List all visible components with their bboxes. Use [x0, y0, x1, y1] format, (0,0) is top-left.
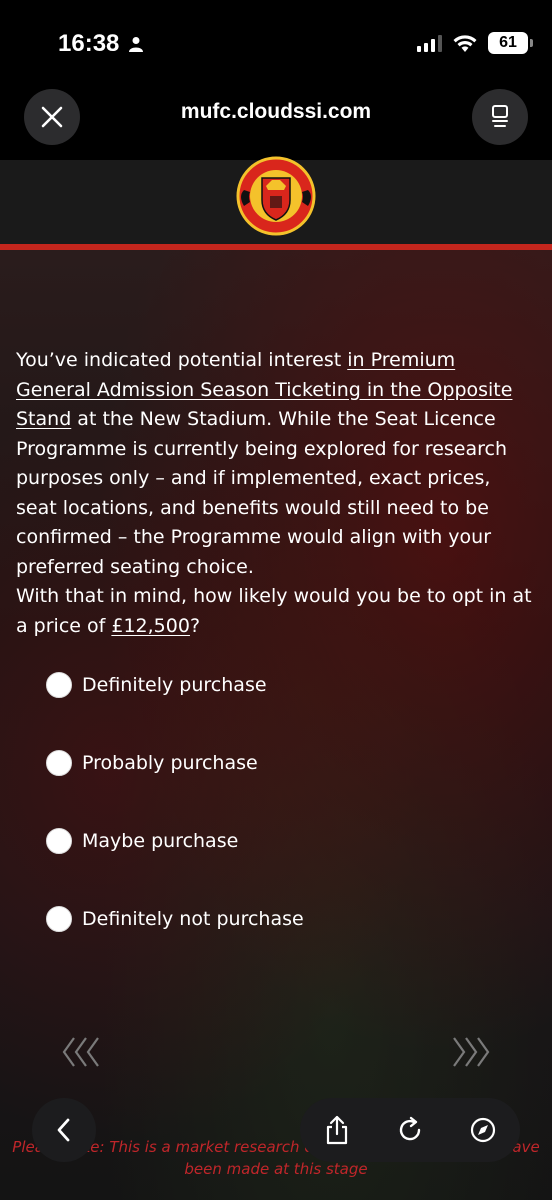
option-label: Definitely not purchase — [82, 908, 304, 930]
url-field[interactable]: mufc.cloudssi.com — [0, 100, 552, 124]
question-end: ? — [189, 614, 201, 637]
radio-button[interactable] — [46, 750, 72, 776]
back-button[interactable] — [32, 1098, 96, 1162]
club-crest-logo — [236, 156, 316, 236]
cellular-signal-icon — [417, 34, 442, 52]
survey-question: You’ve indicated potential interest in P… — [16, 346, 536, 641]
radio-button[interactable] — [46, 906, 72, 932]
option-maybe-purchase[interactable]: Maybe purchase — [46, 828, 238, 854]
question-prompt: With that in mind, how likely would you … — [16, 585, 532, 637]
option-label: Probably purchase — [82, 752, 258, 774]
option-definitely-purchase[interactable]: Definitely purchase — [46, 672, 267, 698]
next-page-icon[interactable] — [448, 1034, 492, 1070]
option-label: Maybe purchase — [82, 830, 239, 852]
radio-button[interactable] — [46, 828, 72, 854]
option-probably-purchase[interactable]: Probably purchase — [46, 750, 258, 776]
share-button[interactable] — [312, 1105, 362, 1155]
share-icon — [326, 1115, 347, 1145]
page-menu-button[interactable] — [472, 89, 528, 145]
page-menu-icon — [492, 105, 508, 127]
browser-actions — [300, 1098, 520, 1162]
question-price[interactable]: £12,500 — [111, 615, 190, 637]
reload-button[interactable] — [385, 1105, 435, 1155]
battery-icon: 61 — [488, 32, 533, 54]
option-definitely-not-purchase[interactable]: Definitely not purchase — [46, 906, 304, 932]
compass-icon — [471, 1117, 496, 1143]
chevron-left-icon — [57, 1118, 70, 1142]
question-intro: You’ve indicated potential interest — [16, 349, 348, 371]
radio-button[interactable] — [46, 672, 72, 698]
compass-button[interactable] — [458, 1105, 508, 1155]
status-bar: 16:38 61 — [0, 0, 552, 92]
previous-page-icon[interactable] — [60, 1034, 104, 1070]
reload-icon — [399, 1116, 421, 1141]
status-time: 16:38 — [58, 30, 120, 57]
person-icon — [129, 37, 143, 52]
wifi-icon — [453, 34, 477, 52]
option-label: Definitely purchase — [82, 674, 267, 696]
question-middle: at the New Stadium. While the Seat Licen… — [16, 408, 508, 578]
